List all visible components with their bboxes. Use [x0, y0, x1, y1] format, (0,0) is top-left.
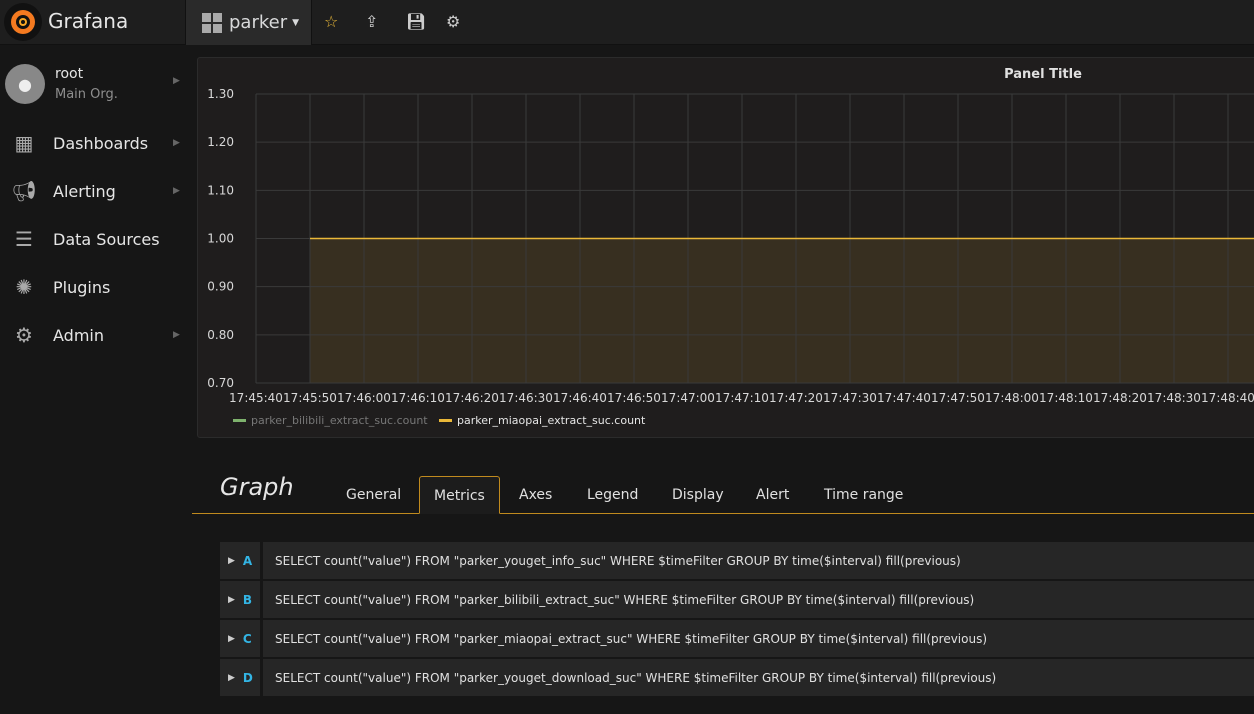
x-tick-label: 17:48:30	[1147, 391, 1201, 405]
query-row[interactable]: ▶ C SELECT count("value") FROM "parker_mia…	[220, 620, 1254, 657]
legend-label: parker_miaopai_extract_suc.count	[457, 414, 646, 427]
x-tick-label: 17:45:50	[283, 391, 337, 405]
sidebar: ● root Main Org. ▶ ▦ Dashboards ▶ 📢︎ Alerti…	[0, 46, 192, 714]
legend-color-swatch	[439, 419, 452, 422]
sidebar-item-label: Dashboards	[53, 133, 149, 153]
query-text[interactable]: SELECT count("value") FROM "parker_youge…	[263, 542, 1254, 579]
tab-legend[interactable]: Legend	[573, 476, 652, 514]
y-tick-label: 1.10	[207, 183, 234, 197]
x-tick-label: 17:48:10	[1039, 391, 1093, 405]
query-text[interactable]: SELECT count("value") FROM "parker_miaop…	[263, 620, 1254, 657]
x-tick-label: 17:46:30	[499, 391, 553, 405]
x-tick-label: 17:47:50	[931, 391, 985, 405]
y-tick-label: 0.80	[207, 328, 234, 342]
series-area	[310, 238, 1254, 383]
query-row[interactable]: ▶ B SELECT count("value") FROM "parker_bil…	[220, 581, 1254, 618]
query-ref: D	[242, 670, 253, 685]
x-tick-label: 17:48:00	[985, 391, 1039, 405]
x-tick-label: 17:46:10	[391, 391, 445, 405]
sidebar-item-label: Alerting	[53, 181, 116, 201]
user-name[interactable]: root	[55, 66, 83, 82]
y-tick-label: 0.90	[207, 280, 234, 294]
top-navbar: Grafana parker ▼ ☆ ⇪ 💾︎ ⚙	[0, 0, 1254, 45]
query-header[interactable]: ▶ C	[220, 620, 260, 657]
cogs-icon: ⚙	[15, 323, 33, 347]
x-tick-label: 17:46:50	[607, 391, 661, 405]
chevron-right-icon: ▶	[173, 138, 180, 148]
sidebar-item-label: Plugins	[53, 277, 111, 297]
query-header[interactable]: ▶ A	[220, 542, 260, 579]
query-text[interactable]: SELECT count("value") FROM "parker_youge…	[263, 659, 1254, 696]
sidebar-item-label: Admin	[53, 325, 104, 345]
chevron-right-icon: ▶	[173, 76, 180, 86]
tab-metrics[interactable]: Metrics	[419, 476, 500, 514]
dashboard-picker[interactable]: parker ▼	[185, 0, 312, 45]
x-tick-label: 17:47:40	[877, 391, 931, 405]
query-row[interactable]: ▶ D SELECT count("value") FROM "parker_you…	[220, 659, 1254, 696]
query-ref: C	[242, 631, 252, 646]
star-icon[interactable]: ☆	[324, 12, 338, 31]
grafana-logo[interactable]	[4, 3, 42, 41]
caret-down-icon: ▼	[292, 17, 300, 28]
y-tick-label: 1.20	[207, 135, 234, 149]
user-org: Main Org.	[55, 87, 118, 102]
plugins-icon: ✺	[15, 275, 33, 299]
query-row[interactable]: ▶ A SELECT count("value") FROM "parker_you…	[220, 542, 1254, 579]
graph-panel: Panel Title 1.30 1.20 1.10 1.00 0.90 0.80 0.70…	[197, 57, 1254, 438]
avatar[interactable]: ●	[5, 64, 45, 104]
legend-item-miaopai[interactable]: parker_miaopai_extract_suc.count	[439, 414, 645, 427]
caret-right-icon: ▶	[228, 594, 235, 605]
tab-general[interactable]: General	[332, 476, 415, 514]
legend-color-swatch	[233, 419, 246, 422]
editor-title: Graph	[220, 473, 294, 501]
graph-chart: 1.301.201.101.000.900.800.7017:45:40 17:4…	[207, 87, 1254, 405]
x-tick-label: 17:48:40	[1201, 391, 1254, 405]
caret-right-icon: ▶	[228, 633, 235, 644]
brand-name: Grafana	[48, 9, 129, 33]
sidebar-item-dashboards[interactable]: ▦ Dashboards ▶	[0, 123, 192, 163]
chevron-right-icon: ▶	[173, 330, 180, 340]
x-tick-label: 17:47:30	[823, 391, 877, 405]
bullhorn-icon: 📢︎	[11, 179, 37, 203]
query-text[interactable]: SELECT count("value") FROM "parker_bilib…	[263, 581, 1254, 618]
sidebar-item-plugins[interactable]: ✺ Plugins	[0, 267, 192, 307]
y-tick-label: 1.00	[207, 232, 234, 246]
sidebar-item-label: Data Sources	[53, 229, 160, 249]
query-ref: A	[242, 553, 253, 568]
legend-label: parker_bilibili_extract_suc.count	[251, 414, 428, 427]
y-tick-label: 0.70	[207, 376, 234, 390]
x-tick-label: 17:45:40	[229, 391, 283, 405]
caret-right-icon: ▶	[228, 672, 235, 683]
dashboards-icon: ▦	[14, 131, 34, 155]
x-tick-label: 17:46:00	[337, 391, 391, 405]
share-icon[interactable]: ⇪	[365, 12, 378, 31]
tab-time-range[interactable]: Time range	[810, 476, 917, 514]
sidebar-item-data-sources[interactable]: ☰ Data Sources	[0, 219, 192, 259]
query-ref: B	[242, 592, 253, 607]
query-header[interactable]: ▶ D	[220, 659, 260, 696]
chevron-right-icon: ▶	[173, 186, 180, 196]
sidebar-item-admin[interactable]: ⚙ Admin ▶	[0, 315, 192, 355]
y-tick-label: 1.30	[207, 87, 234, 101]
x-tick-label: 17:47:10	[715, 391, 769, 405]
settings-gear-icon[interactable]: ⚙	[446, 12, 460, 31]
sidebar-item-alerting[interactable]: 📢︎ Alerting ▶	[0, 171, 192, 211]
dashboard-grid-icon	[202, 12, 222, 33]
caret-right-icon: ▶	[228, 555, 235, 566]
tab-display[interactable]: Display	[658, 476, 738, 514]
x-tick-label: 17:47:20	[769, 391, 823, 405]
save-icon[interactable]: 💾︎	[406, 12, 426, 31]
x-tick-label: 17:46:20	[445, 391, 499, 405]
dashboard-title: parker	[229, 12, 288, 33]
x-tick-label: 17:46:40	[553, 391, 607, 405]
database-icon: ☰	[15, 227, 33, 251]
legend-item-bilibili[interactable]: parker_bilibili_extract_suc.count	[233, 414, 428, 427]
query-header[interactable]: ▶ B	[220, 581, 260, 618]
x-tick-label: 17:48:20	[1093, 391, 1147, 405]
tab-axes[interactable]: Axes	[505, 476, 566, 514]
tab-alert[interactable]: Alert	[742, 476, 803, 514]
x-tick-label: 17:47:00	[661, 391, 715, 405]
